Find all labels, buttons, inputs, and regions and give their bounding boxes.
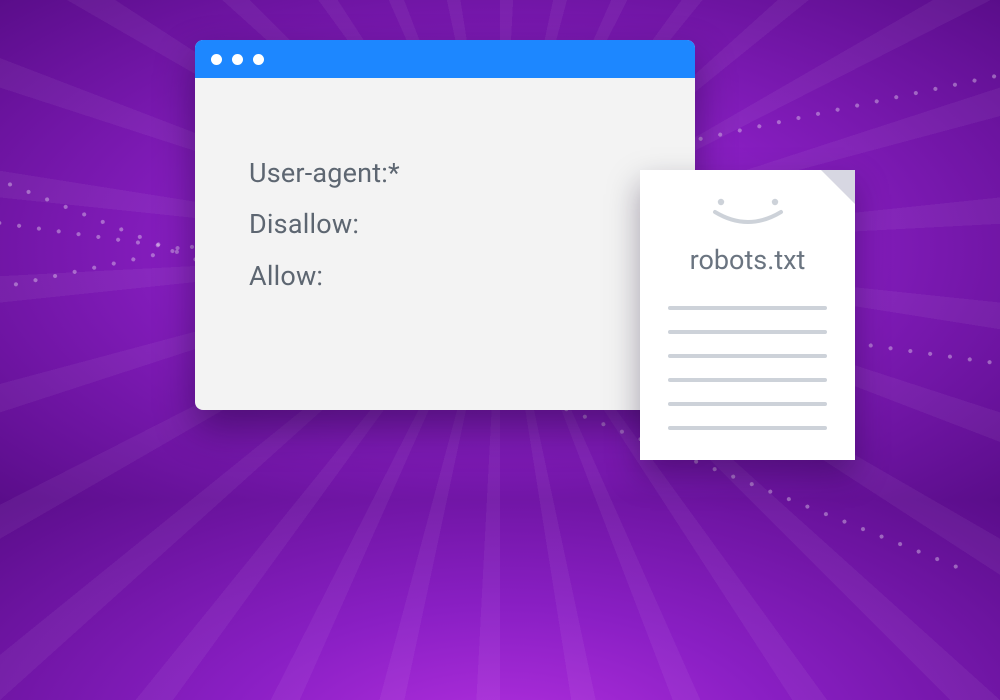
robots-directive-disallow: Disallow:	[249, 199, 645, 250]
file-line	[668, 402, 827, 406]
window-control-dot	[253, 54, 264, 65]
browser-window: User-agent:* Disallow: Allow:	[195, 40, 695, 410]
file-body-lines	[668, 306, 827, 450]
browser-titlebar	[195, 40, 695, 78]
robots-directive-allow: Allow:	[249, 251, 645, 302]
smile-face-icon	[640, 190, 855, 230]
file-line	[668, 426, 827, 430]
file-line	[668, 330, 827, 334]
browser-body: User-agent:* Disallow: Allow:	[195, 78, 695, 302]
file-document: robots.txt	[640, 170, 855, 460]
robots-directive-user-agent: User-agent:*	[249, 148, 645, 199]
file-line	[668, 354, 827, 358]
file-line	[668, 378, 827, 382]
window-control-dot	[232, 54, 243, 65]
window-control-dot	[211, 54, 222, 65]
file-name-label: robots.txt	[640, 244, 855, 276]
file-line	[668, 306, 827, 310]
